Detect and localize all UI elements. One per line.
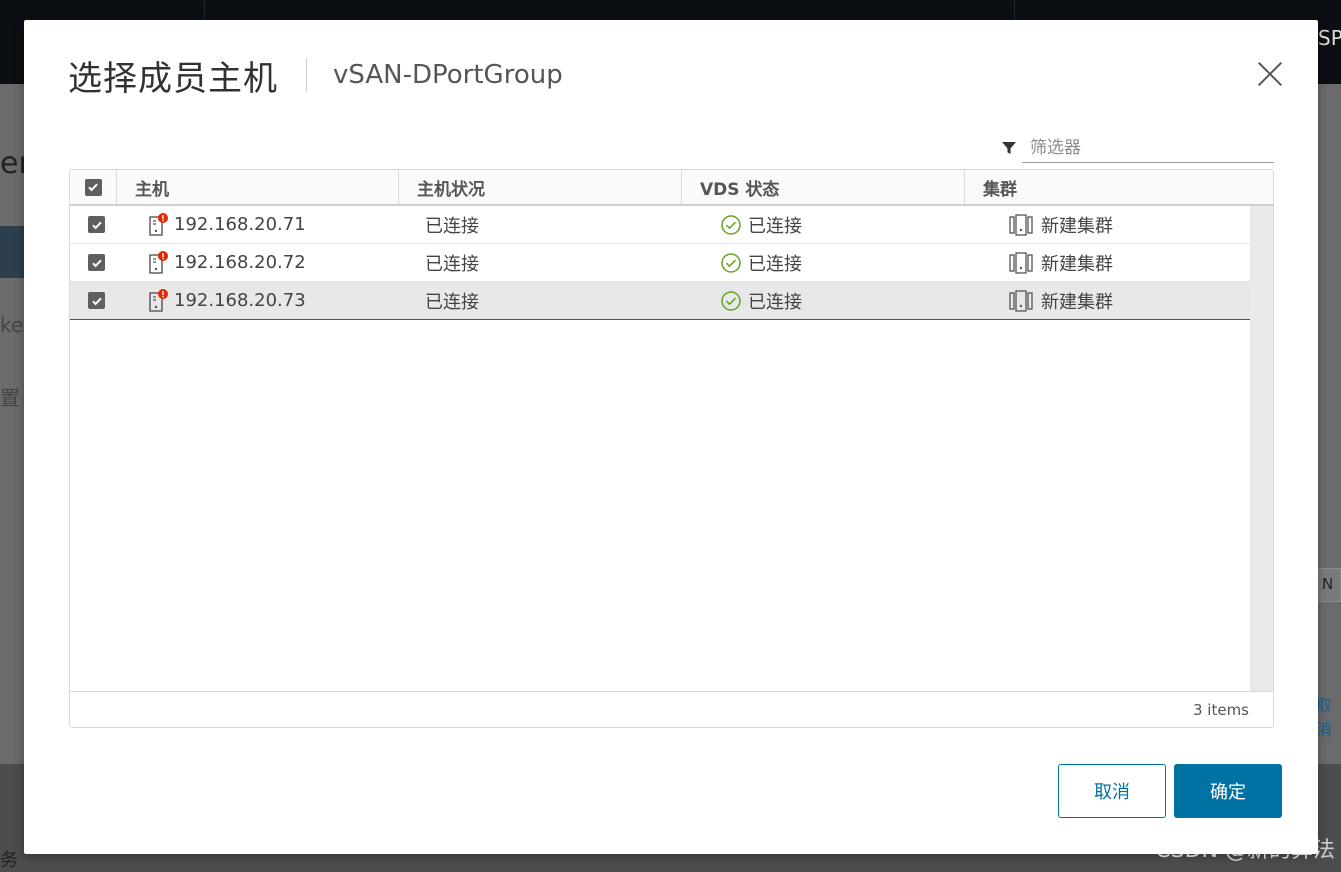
bg-nav-fragment: 置 [0,386,20,410]
datagrid-header: 主机 主机状况 VDS 状态 集群 [70,170,1273,206]
column-header-label: 主机状况 [417,179,485,200]
cluster-cell[interactable]: 新建集群 [1009,244,1113,281]
item-count: 3 items [1192,700,1249,719]
dialog-header: 选择成员主机 vSAN-DPortGroup [68,50,563,100]
host-cell: 192.168.20.71 [148,206,306,243]
host-warning-icon [148,288,170,313]
host-cell: 192.168.20.73 [148,282,306,319]
cluster-name: 新建集群 [1041,253,1113,275]
host-name: 192.168.20.71 [174,214,306,235]
cluster-cell[interactable]: 新建集群 [1009,206,1113,243]
check-circle-icon [720,290,742,312]
bg-cancel-link: 取消 [1316,696,1333,739]
cluster-cell[interactable]: 新建集群 [1009,282,1113,319]
column-header-host[interactable]: 主机 [116,170,398,204]
close-icon[interactable] [1256,60,1284,88]
table-row[interactable]: 192.168.20.71 已连接 已连接 新建集群 [70,206,1250,244]
ok-button[interactable]: 确定 [1174,764,1282,818]
bg-nav-fragment: ke [0,313,24,337]
column-header-cluster[interactable]: 集群 [964,170,1273,204]
cluster-name: 新建集群 [1041,215,1113,237]
vds-state-cell: 已连接 [720,244,802,281]
hosts-datagrid: 主机 主机状况 VDS 状态 集群 192.168.20.71 已连接 已连接 … [69,169,1274,728]
vds-state-text: 已连接 [748,291,802,313]
watermark: CSDN @新的算法 [1155,838,1335,863]
vds-state-text: 已连接 [748,215,802,237]
header-fragment-right: SPL [1318,26,1341,50]
cluster-icon [1009,289,1033,312]
title-divider [306,58,307,92]
row-select-cell [88,282,105,319]
bg-footer-fragment: 务 [0,850,18,871]
vertical-scrollbar[interactable] [1250,206,1273,692]
host-warning-icon [148,250,170,275]
host-state-cell: 已连接 [425,253,479,275]
dialog-subtitle: vSAN-DPortGroup [333,60,563,90]
filter-input[interactable] [1022,133,1274,163]
datagrid-body: 192.168.20.71 已连接 已连接 新建集群 192.168.20.72… [70,206,1250,692]
host-warning-icon [148,212,170,237]
cluster-icon [1009,213,1033,236]
vds-state-cell: 已连接 [720,206,802,243]
host-name: 192.168.20.72 [174,252,306,273]
host-cell: 192.168.20.72 [148,244,306,281]
host-state-cell: 已连接 [425,291,479,313]
host-state-cell: 已连接 [425,215,479,237]
row-select-cell [88,244,105,281]
select-all-checkbox[interactable] [84,178,102,196]
check-circle-icon [720,252,742,274]
filter-box [998,132,1274,164]
cluster-name: 新建集群 [1041,291,1113,313]
column-header-label: 主机 [135,179,169,200]
host-name: 192.168.20.73 [174,290,306,311]
select-all-cell [70,170,116,204]
column-header-label: VDS 状态 [700,179,780,200]
vds-state-cell: 已连接 [720,282,802,319]
row-checkbox[interactable] [88,292,105,309]
bg-right-field: N [1317,568,1341,602]
row-checkbox[interactable] [88,254,105,271]
check-circle-icon [720,214,742,236]
column-header-vds-state[interactable]: VDS 状态 [681,170,964,204]
cluster-icon [1009,251,1033,274]
row-checkbox[interactable] [88,216,105,233]
select-member-hosts-dialog: 选择成员主机 vSAN-DPortGroup 主机 主机状况 VDS 状态 集群 [24,20,1318,854]
table-row[interactable]: 192.168.20.72 已连接 已连接 新建集群 [70,244,1250,282]
table-row-selected[interactable]: 192.168.20.73 已连接 已连接 新建集群 [70,282,1250,320]
nav-selected-item [0,226,24,278]
cancel-button[interactable]: 取消 [1058,764,1166,818]
dialog-title: 选择成员主机 [68,58,278,99]
datagrid-footer: 3 items [70,691,1273,727]
vds-state-text: 已连接 [748,253,802,275]
bg-right-field-text: N [1322,575,1334,593]
column-header-host-state[interactable]: 主机状况 [398,170,681,204]
column-header-label: 集群 [983,179,1017,200]
filter-icon [998,137,1020,159]
row-select-cell [88,206,105,243]
